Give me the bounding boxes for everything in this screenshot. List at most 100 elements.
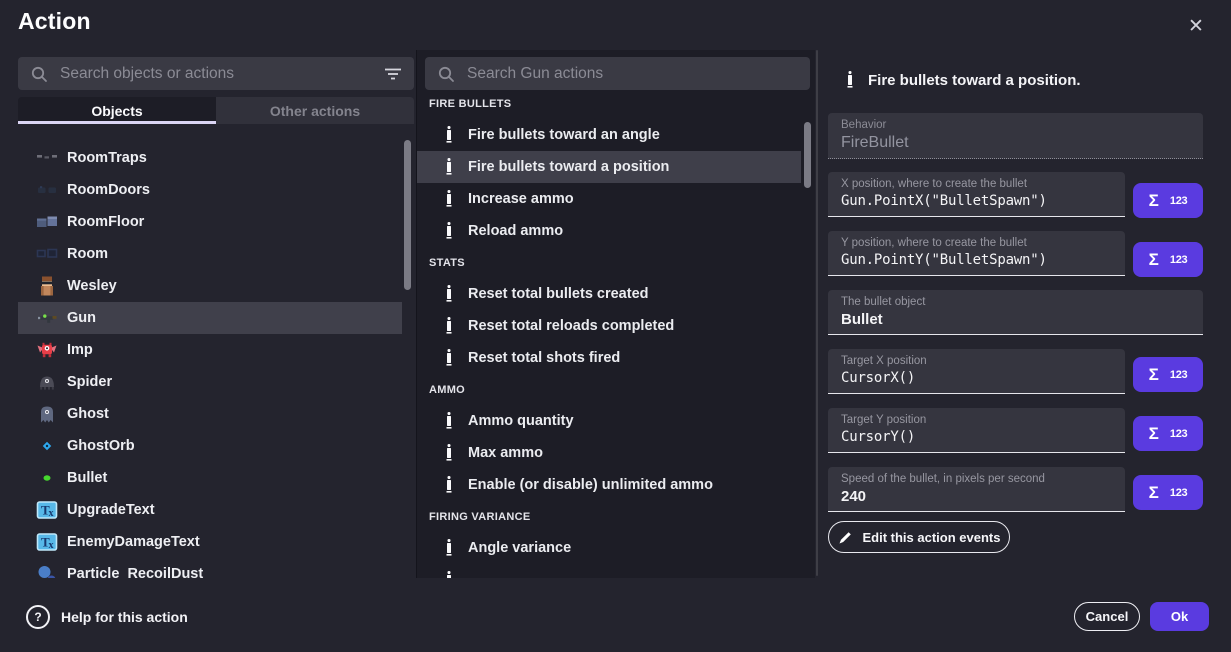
field-x-position[interactable]: X position, where to create the bullet G… — [828, 172, 1125, 217]
object-label: Spider — [67, 374, 112, 390]
bullet-action-icon — [442, 156, 456, 178]
action-row-increase-ammo[interactable]: Increase ammo — [417, 183, 801, 215]
expression-editor-button[interactable]: Σ 123 — [1133, 183, 1203, 218]
objects-search-input[interactable] — [58, 64, 384, 84]
bullet-action-icon — [442, 188, 456, 210]
actions-search-input[interactable] — [465, 64, 798, 84]
close-icon[interactable]: ✕ — [1182, 12, 1210, 40]
roomdoors-icon — [36, 179, 58, 201]
object-label: RoomFloor — [67, 214, 144, 230]
action-row-reset-bullets-created[interactable]: Reset total bullets created — [417, 278, 801, 310]
gun-icon — [36, 307, 58, 329]
search-icon — [30, 65, 48, 83]
filter-icon[interactable] — [384, 67, 402, 81]
edit-action-events-button[interactable]: Edit this action events — [828, 521, 1010, 553]
pencil-icon — [838, 530, 853, 545]
spider-icon — [36, 371, 58, 393]
object-label: RoomDoors — [67, 182, 150, 198]
particle-icon — [36, 563, 58, 578]
object-row-gun[interactable]: Gun — [18, 302, 402, 334]
bullet-action-icon — [442, 315, 456, 337]
action-row-reset-reloads-completed[interactable]: Reset total reloads completed — [417, 310, 801, 342]
object-row-ghostorb[interactable]: GhostOrb — [18, 430, 402, 462]
action-list: FIRE BULLETS Fire bullets toward an angl… — [417, 88, 801, 578]
cancel-button[interactable]: Cancel — [1074, 602, 1140, 631]
object-row-roomfloor[interactable]: RoomFloor — [18, 206, 402, 238]
left-scrollbar[interactable] — [404, 140, 411, 290]
svg-text:x: x — [49, 508, 54, 519]
ok-button[interactable]: Ok — [1150, 602, 1209, 631]
bullet-action-icon — [442, 537, 456, 559]
action-row-fire-angle[interactable]: Fire bullets toward an angle — [417, 119, 801, 151]
middle-scrollbar[interactable] — [804, 122, 811, 188]
search-icon — [437, 65, 455, 83]
numbers-badge: 123 — [1170, 195, 1187, 207]
object-row-wesley[interactable]: Wesley — [18, 270, 402, 302]
ghost-icon — [36, 403, 58, 425]
action-row-ammo-quantity[interactable]: Ammo quantity — [417, 405, 801, 437]
numbers-badge: 123 — [1170, 369, 1187, 381]
object-label: Gun — [67, 310, 96, 326]
roomfloor-icon — [36, 211, 58, 233]
object-row-upgradetext[interactable]: Tx UpgradeText — [18, 494, 402, 526]
object-row-roomtraps[interactable]: RoomTraps — [18, 142, 402, 174]
ghostorb-icon — [36, 435, 58, 457]
bullet-action-icon — [442, 442, 456, 464]
numbers-badge: 123 — [1170, 487, 1187, 499]
object-row-enemydamagetext[interactable]: Tx EnemyDamageText — [18, 526, 402, 558]
field-speed[interactable]: Speed of the bullet, in pixels per secon… — [828, 467, 1125, 512]
object-label: GhostOrb — [67, 438, 135, 454]
section-header-fire-bullets: FIRE BULLETS — [417, 88, 801, 119]
dialog-title: Action — [18, 8, 91, 35]
object-label: EnemyDamageText — [67, 534, 200, 550]
sigma-icon: Σ — [1149, 483, 1159, 503]
expression-editor-button[interactable]: Σ 123 — [1133, 357, 1203, 392]
section-header-ammo: AMMO — [417, 374, 801, 405]
expression-editor-button[interactable]: Σ 123 — [1133, 475, 1203, 510]
numbers-badge: 123 — [1170, 428, 1187, 440]
object-row-ghost[interactable]: Ghost — [18, 398, 402, 430]
object-label: Wesley — [67, 278, 117, 294]
section-header-firing-variance: FIRING VARIANCE — [417, 501, 801, 532]
bullet-action-icon — [843, 69, 857, 93]
expression-editor-button[interactable]: Σ 123 — [1133, 242, 1203, 277]
bullet-action-icon — [442, 124, 456, 146]
object-label: RoomTraps — [67, 150, 147, 166]
sigma-icon: Σ — [1149, 365, 1159, 385]
bullet-object-icon — [36, 467, 58, 489]
bullet-action-icon — [442, 283, 456, 305]
sigma-icon: Σ — [1149, 250, 1159, 270]
action-row-unlimited-ammo[interactable]: Enable (or disable) unlimited ammo — [417, 469, 801, 501]
object-label: UpgradeText — [67, 502, 155, 518]
object-row-room[interactable]: Room — [18, 238, 402, 270]
bullet-action-icon — [442, 569, 456, 578]
action-row-fire-position[interactable]: Fire bullets toward a position — [417, 151, 801, 183]
help-link[interactable]: ? Help for this action — [26, 605, 188, 629]
object-row-imp[interactable]: Imp — [18, 334, 402, 366]
selected-action-title: Fire bullets toward a position. — [868, 72, 1081, 89]
object-label: Ghost — [67, 406, 109, 422]
object-row-roomdoors[interactable]: RoomDoors — [18, 174, 402, 206]
action-row-reset-shots-fired[interactable]: Reset total shots fired — [417, 342, 801, 374]
field-behavior: Behavior FireBullet — [828, 113, 1203, 159]
svg-text:x: x — [49, 540, 54, 551]
object-row-bullet[interactable]: Bullet — [18, 462, 402, 494]
sigma-icon: Σ — [1149, 424, 1159, 444]
action-row-partial[interactable] — [417, 564, 801, 578]
expression-editor-button[interactable]: Σ 123 — [1133, 416, 1203, 451]
field-target-x[interactable]: Target X position CursorX() — [828, 349, 1125, 394]
tab-objects[interactable]: Objects — [18, 97, 216, 124]
field-y-position[interactable]: Y position, where to create the bullet G… — [828, 231, 1125, 276]
section-header-stats: STATS — [417, 247, 801, 278]
bullet-action-icon — [442, 474, 456, 496]
object-row-spider[interactable]: Spider — [18, 366, 402, 398]
action-row-max-ammo[interactable]: Max ammo — [417, 437, 801, 469]
bullet-action-icon — [442, 410, 456, 432]
object-row-particle-recoildust[interactable]: Particle_RecoilDust — [18, 558, 402, 578]
tab-other-actions[interactable]: Other actions — [216, 97, 414, 124]
action-row-reload-ammo[interactable]: Reload ammo — [417, 215, 801, 247]
field-target-y[interactable]: Target Y position CursorY() — [828, 408, 1125, 453]
action-row-angle-variance[interactable]: Angle variance — [417, 532, 801, 564]
object-label: Bullet — [67, 470, 107, 486]
field-bullet-object[interactable]: The bullet object Bullet — [828, 290, 1203, 335]
